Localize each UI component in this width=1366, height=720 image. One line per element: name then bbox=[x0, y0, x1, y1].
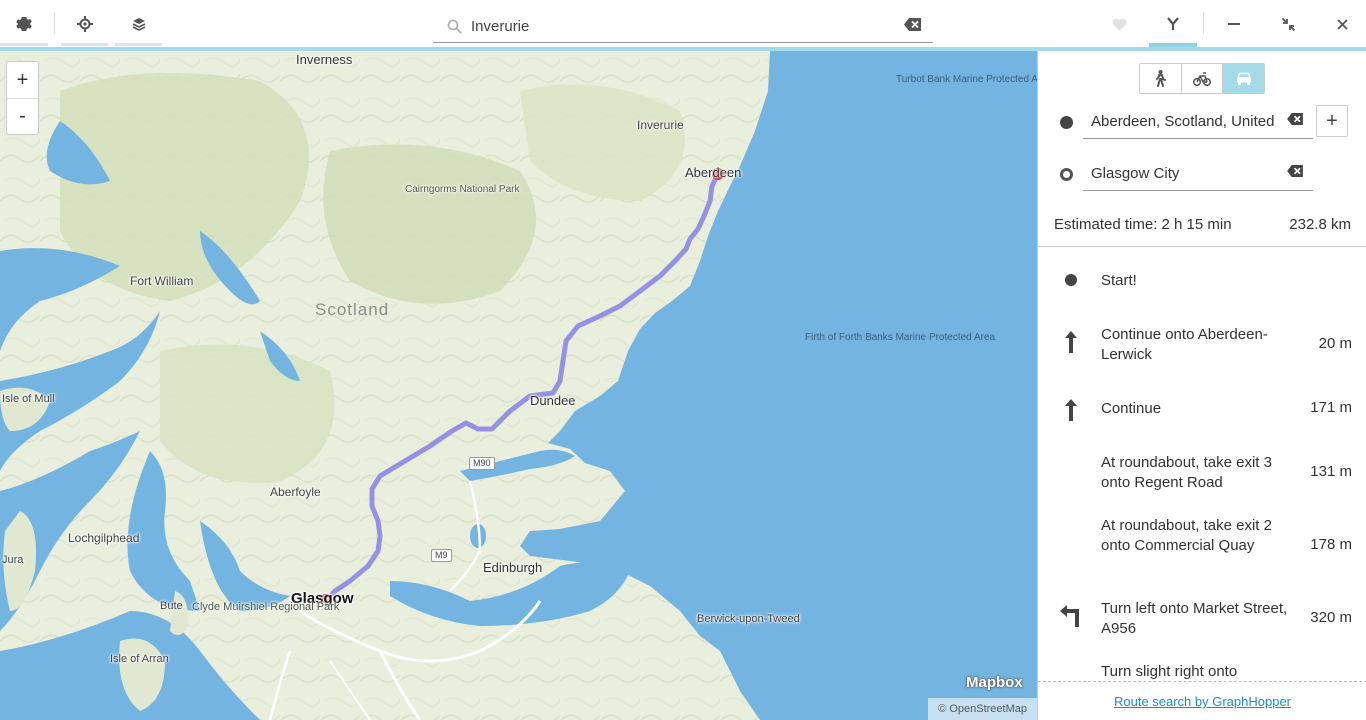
zoom-control: + - bbox=[6, 61, 39, 135]
close-button[interactable] bbox=[1322, 0, 1362, 48]
road-shield: M90 bbox=[469, 457, 495, 470]
locate-button[interactable] bbox=[61, 0, 108, 48]
heart-icon bbox=[1111, 17, 1127, 31]
turn-left-icon bbox=[1058, 605, 1084, 627]
road-shield: M9 bbox=[431, 549, 452, 562]
instruction-text: At roundabout, take exit 2 onto Commerci… bbox=[1101, 517, 1272, 554]
header-divider bbox=[54, 12, 55, 34]
map-attribution[interactable]: © OpenStreetMap bbox=[928, 698, 1037, 720]
restore-icon bbox=[1281, 17, 1295, 31]
instruction-text: Turn slight right onto bbox=[1101, 663, 1238, 680]
instruction-text: Continue onto Aberdeen-Lerwick bbox=[1101, 326, 1268, 363]
map-label: Lochgilphead bbox=[68, 531, 140, 545]
map-label: Isle of Arran bbox=[110, 653, 169, 665]
backspace-icon bbox=[904, 18, 921, 31]
header-divider bbox=[1203, 12, 1204, 34]
close-icon bbox=[1336, 18, 1348, 30]
map-label: Firth of Forth Banks Marine Protected Ar… bbox=[805, 332, 996, 343]
instruction-distance: 131 m bbox=[1310, 463, 1352, 480]
forest-area bbox=[323, 144, 536, 304]
end-dot-icon bbox=[1060, 168, 1073, 181]
zoom-out-button[interactable]: - bbox=[7, 98, 38, 134]
restore-button[interactable] bbox=[1268, 0, 1308, 48]
map-label: Turbot Bank Marine Protected Area bbox=[896, 74, 1037, 85]
route-button[interactable] bbox=[1149, 0, 1197, 48]
instruction-distance: 178 m bbox=[1310, 536, 1352, 553]
gear-icon bbox=[16, 17, 32, 31]
favorite-button[interactable] bbox=[1100, 0, 1138, 48]
car-icon bbox=[1236, 72, 1251, 85]
zoom-in-button[interactable]: + bbox=[7, 62, 38, 98]
map-canvas bbox=[0, 51, 770, 720]
add-waypoint-button[interactable]: + bbox=[1316, 105, 1348, 137]
bike-icon bbox=[1193, 71, 1211, 86]
map-label: Bute bbox=[160, 600, 183, 612]
start-dot-icon bbox=[1060, 116, 1073, 129]
top-bar bbox=[0, 0, 1366, 48]
instruction-distance: 320 m bbox=[1310, 609, 1352, 626]
mode-car-button[interactable] bbox=[1222, 64, 1265, 93]
map-label: Isle of Mull bbox=[2, 393, 55, 405]
waypoint-to bbox=[1038, 157, 1366, 191]
map-label: Aberdeen bbox=[685, 165, 742, 180]
instruction-distance: 20 m bbox=[1318, 335, 1352, 352]
instruction-text: Start! bbox=[1101, 272, 1137, 289]
crosshair-icon bbox=[76, 16, 93, 32]
arrow-up-icon bbox=[1058, 399, 1084, 421]
map-label: Inverurie bbox=[637, 118, 684, 132]
forest-area bbox=[160, 344, 335, 483]
route-icon bbox=[1167, 17, 1179, 30]
graphhopper-link[interactable]: Route search by GraphHopper bbox=[1038, 694, 1366, 709]
to-field bbox=[1083, 157, 1313, 191]
search-input[interactable] bbox=[471, 17, 891, 35]
map-label: Jura bbox=[2, 554, 24, 566]
to-input[interactable] bbox=[1091, 165, 1281, 182]
search-icon bbox=[447, 19, 467, 34]
clear-to-button[interactable] bbox=[1287, 165, 1303, 177]
backspace-icon bbox=[1287, 113, 1303, 125]
travel-mode-selector bbox=[1139, 63, 1265, 94]
minimize-icon bbox=[1228, 23, 1240, 25]
clear-search-button[interactable] bbox=[904, 18, 921, 31]
settings-button[interactable] bbox=[0, 0, 48, 48]
instruction-text: At roundabout, take exit 3 onto Regent R… bbox=[1101, 454, 1272, 491]
map-label: Cairngorms National Park bbox=[405, 184, 520, 195]
map-label: Fort William bbox=[130, 274, 194, 288]
map-label: Berwick-upon-Tweed bbox=[697, 613, 800, 625]
walk-icon bbox=[1156, 70, 1167, 87]
dot-icon bbox=[1058, 274, 1084, 286]
map-label: Inverness bbox=[296, 52, 353, 67]
from-input[interactable] bbox=[1091, 113, 1281, 130]
route-distance: 232.8 km bbox=[1289, 216, 1351, 233]
from-field bbox=[1083, 105, 1313, 139]
clear-from-button[interactable] bbox=[1287, 113, 1303, 125]
search-bar bbox=[433, 10, 933, 43]
layers-button[interactable] bbox=[115, 0, 162, 48]
route-summary: Estimated time: 2 h 15 min 232.8 km bbox=[1054, 216, 1351, 233]
instruction-text: Continue bbox=[1101, 400, 1162, 417]
backspace-icon bbox=[1287, 165, 1303, 177]
arrow-up-icon bbox=[1058, 331, 1084, 353]
minimize-button[interactable] bbox=[1214, 0, 1254, 48]
map-label: Dundee bbox=[530, 393, 576, 408]
map-view[interactable]: Inverness Inverurie Aberdeen Cairngorms … bbox=[0, 51, 1037, 720]
mode-walk-button[interactable] bbox=[1140, 64, 1181, 93]
layers-icon bbox=[132, 18, 145, 31]
instruction-distance: 171 m bbox=[1310, 399, 1352, 416]
map-label: Aberfoyle bbox=[270, 485, 321, 499]
estimated-time: Estimated time: 2 h 15 min bbox=[1054, 216, 1232, 233]
mode-bike-button[interactable] bbox=[1180, 64, 1223, 93]
map-label: Edinburgh bbox=[483, 560, 543, 575]
map-label: Clyde Muirshiel Regional Park bbox=[192, 601, 340, 613]
map-label: Scotland bbox=[315, 300, 390, 319]
turn-slight-right-icon bbox=[1058, 680, 1084, 681]
instruction-text: Turn left onto Market Street, A956 bbox=[1101, 600, 1288, 637]
route-panel: + Estimated time: 2 h 15 min 232.8 km St… bbox=[1037, 51, 1366, 720]
mapbox-logo: Mapbox bbox=[966, 674, 1023, 691]
instructions-list: Start! Continue onto Aberdeen-Lerwick 20… bbox=[1038, 246, 1366, 682]
